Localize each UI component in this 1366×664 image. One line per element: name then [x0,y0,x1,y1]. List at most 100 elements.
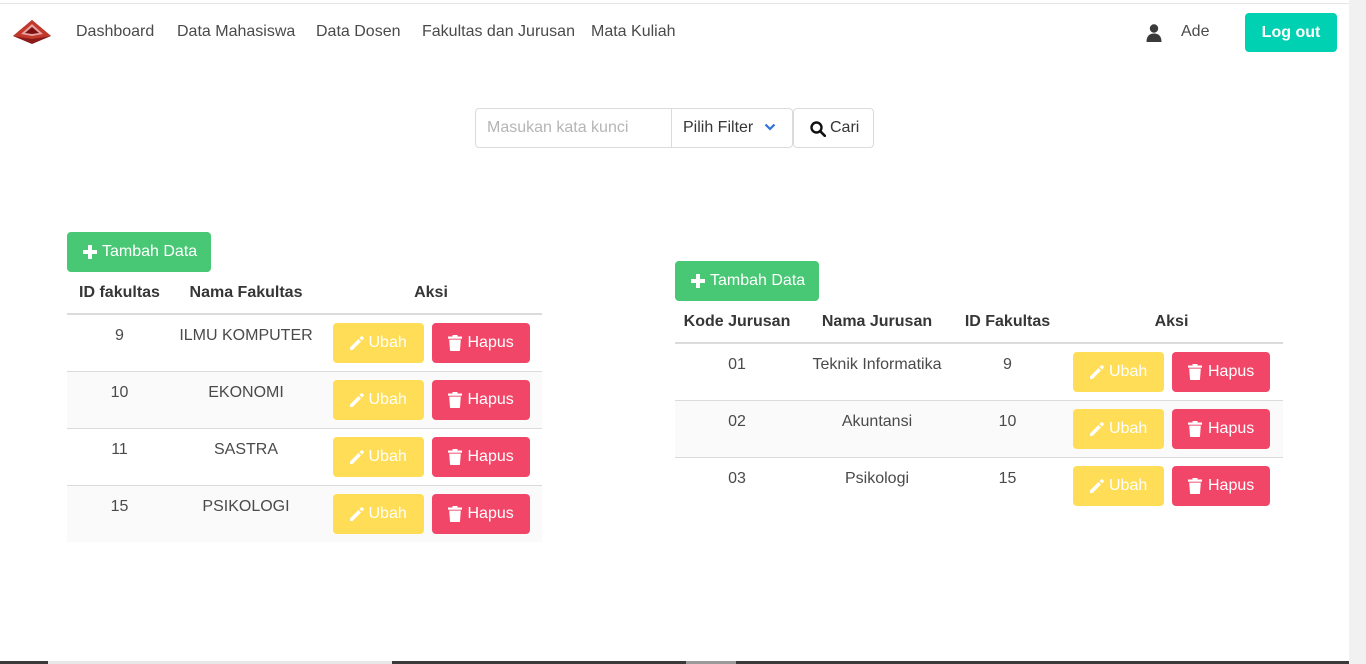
pencil-icon [349,392,364,407]
edit-button[interactable]: Ubah [1073,408,1164,449]
edit-label: Ubah [368,334,407,351]
edit-label: Ubah [368,447,407,465]
trash-icon [447,505,462,522]
edit-button[interactable]: Ubah [332,379,424,420]
delete-button[interactable]: Hapus [431,493,530,534]
col-id-fakultas: ID fakultas [67,272,172,315]
plus-icon [83,245,97,259]
jurusan-kode: 03 [728,469,746,487]
col-kode-jurusan: Kode Jurusan [675,301,799,344]
delete-label: Hapus [467,334,514,351]
delete-label: Hapus [1208,419,1255,437]
delete-label: Hapus [467,447,514,465]
jurusan-id-fakultas: 9 [955,343,1060,401]
edit-button[interactable]: Ubah [1073,352,1164,392]
fakultas-table: ID fakultas Nama Fakultas Aksi 9 ILMU KO… [67,272,542,542]
pencil-icon [1090,478,1104,493]
pencil-icon [349,449,364,464]
table-row: 03 Psikologi 15 Ubah Hapus [675,457,1283,514]
fakultas-nama: ILMU KOMPUTER [172,314,320,372]
table-row: 11 SASTRA Ubah Hapus [67,428,542,486]
user-icon [1146,24,1162,42]
search-button[interactable]: Cari [793,108,874,148]
fakultas-id: 9 [67,314,172,372]
search-icon [810,121,826,137]
edit-label: Ubah [1109,476,1148,494]
top-border [0,0,1366,4]
table-row: 01 Teknik Informatika 9 Ubah Hapus [675,343,1283,401]
pyramid-logo-icon[interactable] [12,17,52,47]
col-aksi: Aksi [1060,301,1283,344]
jurusan-kode: 01 [675,343,799,401]
jurusan-nama: Teknik Informatika [799,343,955,401]
nav-fakultas-jurusan[interactable]: Fakultas dan Jurusan [422,23,575,41]
delete-button[interactable]: Hapus [1172,465,1270,506]
row-actions: Ubah Hapus [320,485,542,542]
table-row: 10 EKONOMI Ubah Hapus [67,371,542,429]
fakultas-nama: PSIKOLOGI [172,485,320,542]
delete-label: Hapus [1208,476,1255,494]
trash-icon [447,448,462,465]
chevron-down-icon [764,123,776,131]
trash-icon [1188,420,1202,437]
trash-icon [447,335,462,351]
delete-button[interactable]: Hapus [431,379,530,420]
pencil-icon [1090,421,1104,436]
add-jurusan-label: Tambah Data [710,272,806,289]
edit-button[interactable]: Ubah [1073,465,1164,506]
nav-data-mahasiswa[interactable]: Data Mahasiswa [177,23,295,41]
jurusan-nama: Psikologi [844,469,910,487]
delete-button[interactable]: Hapus [431,323,530,363]
col-id-fakultas: ID Fakultas [955,301,1060,344]
row-actions: Ubah Hapus [1060,400,1283,458]
pencil-icon [349,336,364,350]
fakultas-nama: EKONOMI [172,371,320,429]
fakultas-id: 15 [67,485,172,542]
delete-label: Hapus [1208,363,1255,380]
scrollbar[interactable] [1349,0,1366,664]
delete-button[interactable]: Hapus [1172,408,1270,449]
user-name[interactable]: Ade [1181,23,1209,41]
delete-button[interactable]: Hapus [431,436,530,477]
row-actions: Ubah Hapus [1060,343,1283,401]
fakultas-nama: SASTRA [172,428,320,486]
pencil-icon [349,506,364,521]
logout-button[interactable]: Log out [1245,13,1337,52]
trash-icon [447,391,462,408]
delete-button[interactable]: Hapus [1172,352,1270,392]
col-aksi: Aksi [320,272,542,315]
row-actions: Ubah Hapus [1060,457,1283,514]
search-input[interactable] [475,108,672,148]
edit-button[interactable]: Ubah [332,436,424,477]
table-row: 02 Akuntansi 10 Ubah Hapus [675,400,1283,458]
add-fakultas-button[interactable]: Tambah Data [67,232,211,272]
jurusan-table: Kode Jurusan Nama Jurusan ID Fakultas Ak… [675,301,1283,514]
delete-label: Hapus [467,390,514,408]
edit-label: Ubah [368,390,407,408]
edit-label: Ubah [368,504,407,522]
nav-dashboard[interactable]: Dashboard [76,23,154,41]
jurusan-kode: 02 [675,400,799,458]
filter-select[interactable]: Pilih Filter [671,108,793,148]
delete-label: Hapus [467,504,514,522]
jurusan-id-fakultas: 10 [955,400,1060,458]
row-actions: Ubah Hapus [320,314,542,372]
table-row: 9 ILMU KOMPUTER Ubah Hapus [67,314,542,372]
jurusan-id-fakultas: 15 [998,469,1017,487]
col-nama-jurusan: Nama Jurusan [799,301,955,344]
navbar: Dashboard Data Mahasiswa Data Dosen Faku… [0,5,1349,60]
pencil-icon [1090,365,1104,379]
edit-label: Ubah [1109,363,1148,380]
filter-select-label: Pilih Filter [683,119,754,136]
edit-button[interactable]: Ubah [332,493,424,534]
edit-label: Ubah [1109,419,1148,437]
row-actions: Ubah Hapus [320,371,542,429]
nav-mata-kuliah[interactable]: Mata Kuliah [591,23,676,41]
nav-data-dosen[interactable]: Data Dosen [316,23,401,41]
edit-button[interactable]: Ubah [332,323,424,363]
jurusan-nama: Akuntansi [799,400,955,458]
add-fakultas-label: Tambah Data [102,243,198,260]
col-nama-fakultas: Nama Fakultas [172,272,320,315]
row-actions: Ubah Hapus [320,428,542,486]
add-jurusan-button[interactable]: Tambah Data [675,261,819,301]
